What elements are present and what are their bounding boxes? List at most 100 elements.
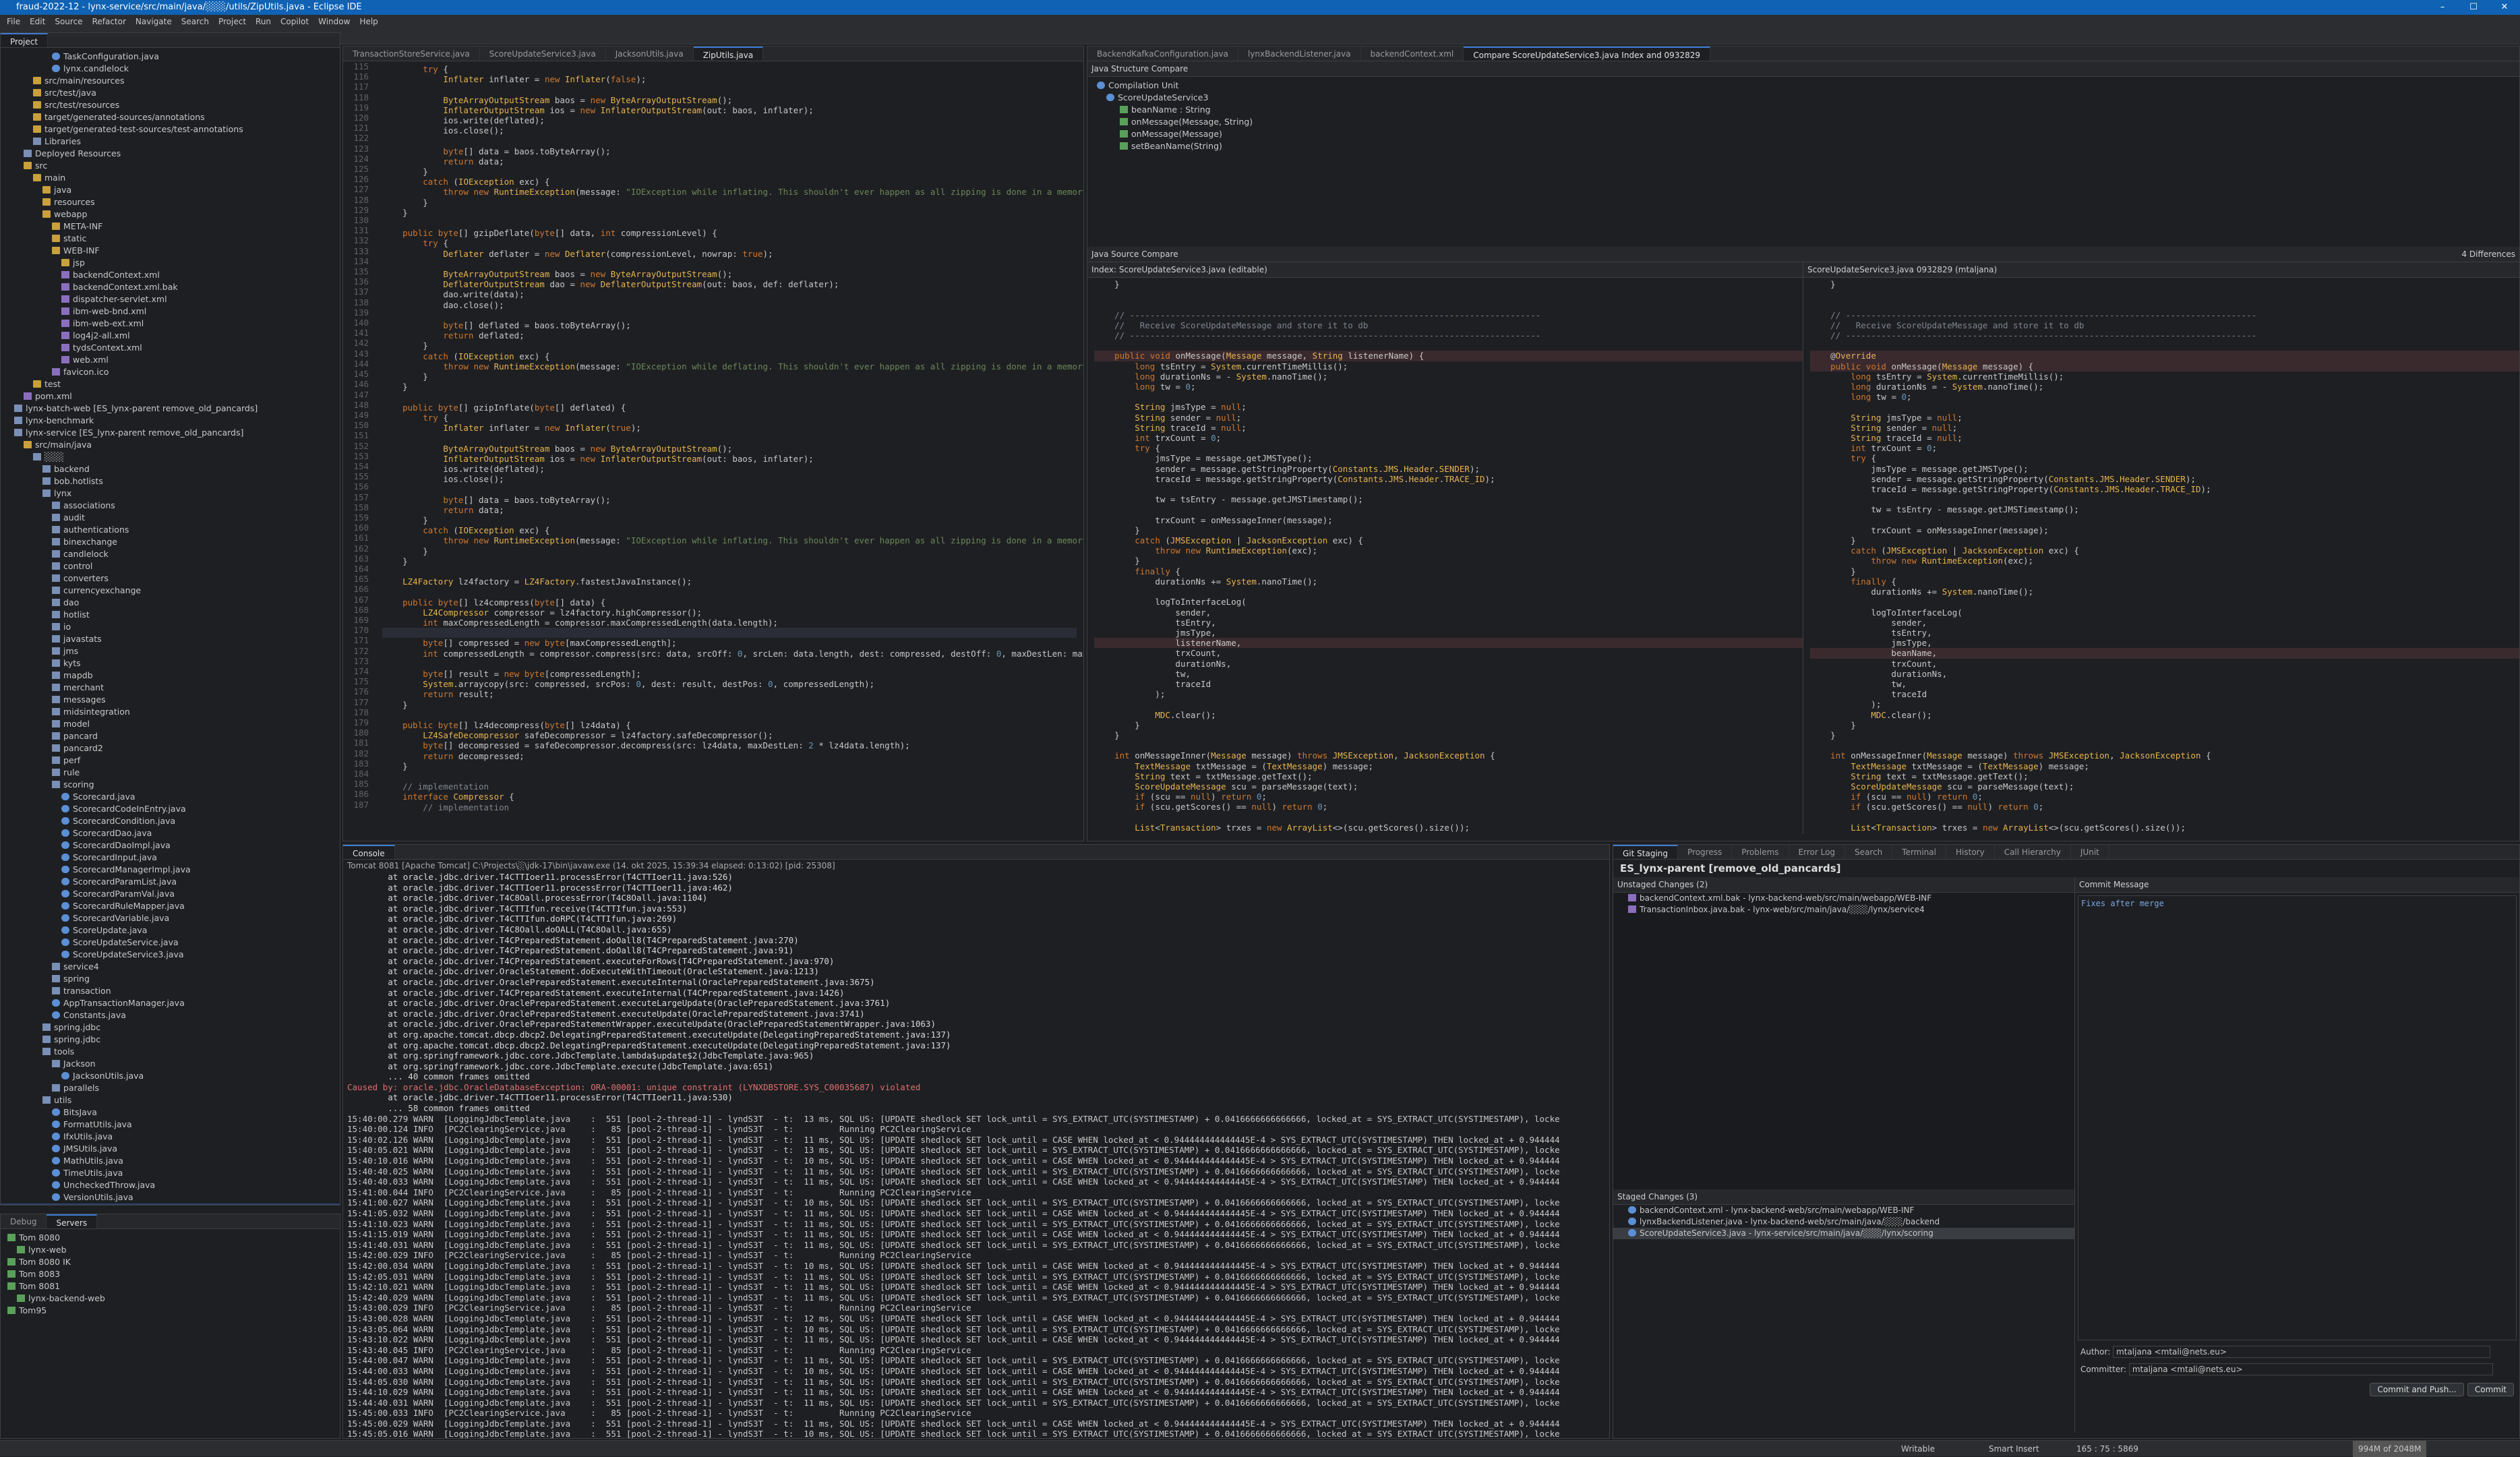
tree-item[interactable]: pom.xml — [1, 390, 340, 403]
commit-message-input[interactable]: Fixes after merge — [2078, 895, 2517, 1340]
tree-item[interactable]: ScorecardParamVal.java — [1, 888, 340, 900]
server-item[interactable]: Tom 8080 IK — [1, 1256, 340, 1268]
tree-item[interactable]: authentications — [1, 524, 340, 536]
menu-file[interactable]: File — [7, 15, 20, 28]
tab-call-hierarchy[interactable]: Call Hierarchy — [1995, 845, 2071, 859]
tree-item[interactable]: Jackson — [1, 1058, 340, 1070]
tree-item[interactable]: perf — [1, 754, 340, 767]
menu-window[interactable]: Window — [318, 15, 350, 28]
compare-tab[interactable]: lynxBackendListener.java — [1238, 47, 1361, 61]
tree-item[interactable]: backend — [1, 463, 340, 475]
tree-item[interactable]: spring — [1, 973, 340, 985]
menu-search[interactable]: Search — [181, 15, 209, 28]
menu-run[interactable]: Run — [256, 15, 271, 28]
tree-item[interactable]: dao — [1, 597, 340, 609]
tab-error-log[interactable]: Error Log — [1789, 845, 1846, 859]
tree-item[interactable]: ZipUtils.java — [1, 1203, 340, 1205]
tree-item[interactable]: ScorecardManagerImpl.java — [1, 864, 340, 876]
tab-progress[interactable]: Progress — [1678, 845, 1733, 859]
server-item[interactable]: Tom95 — [1, 1305, 340, 1317]
tab-git-staging[interactable]: Git Staging — [1613, 845, 1679, 859]
commit-button[interactable]: Commit — [2467, 1383, 2514, 1396]
tree-item[interactable]: transaction — [1, 985, 340, 997]
tree-item[interactable]: MathUtils.java — [1, 1155, 340, 1167]
tree-item[interactable]: VersionUtils.java — [1, 1191, 340, 1203]
unstaged-file[interactable]: backendContext.xml.bak - lynx-backend-we… — [1613, 893, 2074, 904]
menu-refactor[interactable]: Refactor — [92, 15, 126, 28]
left-compare-text[interactable]: }​​​ // --------------------------------… — [1087, 278, 1803, 834]
tree-item[interactable]: ScorecardInput.java — [1, 852, 340, 864]
tree-item[interactable]: FormatUtils.java — [1, 1119, 340, 1131]
tree-item[interactable]: Constants.java — [1, 1009, 340, 1021]
tree-item[interactable]: ScorecardCondition.java — [1, 815, 340, 827]
editor-tab[interactable]: JacksonUtils.java — [606, 47, 694, 61]
structure-item[interactable]: beanName : String — [1087, 104, 2519, 116]
tree-item[interactable]: ibm-web-ext.xml — [1, 318, 340, 330]
tab-terminal[interactable]: Terminal — [1892, 845, 1946, 859]
commit-and-push-button[interactable]: Commit and Push... — [2370, 1383, 2464, 1396]
tab-debug[interactable]: Debug — [1, 1214, 47, 1228]
tree-item[interactable]: JMSUtils.java — [1, 1143, 340, 1155]
editor-tab[interactable]: ScoreUpdateService3.java — [480, 47, 606, 61]
tree-item[interactable]: hotlist — [1, 609, 340, 621]
tree-item[interactable]: jms — [1, 645, 340, 657]
tree-item[interactable]: ScoreUpdateService.java — [1, 936, 340, 949]
author-field[interactable]: mtaljana <mtali@nets.eu> — [2113, 1346, 2491, 1358]
tree-item[interactable]: AppTransactionManager.java — [1, 997, 340, 1009]
tree-item[interactable]: Deployed Resources — [1, 148, 340, 160]
server-item[interactable]: lynx-web — [1, 1244, 340, 1256]
structure-item[interactable]: onMessage(Message) — [1087, 128, 2519, 140]
tree-item[interactable]: lynx-service [ES_lynx-parent remove_old_… — [1, 427, 340, 439]
staged-file[interactable]: lynxBackendListener.java - lynx-backend-… — [1613, 1216, 2074, 1228]
menu-project[interactable]: Project — [218, 15, 246, 28]
tree-item[interactable]: pancard2 — [1, 742, 340, 754]
structure-item[interactable]: onMessage(Message, String) — [1087, 116, 2519, 128]
tree-item[interactable]: WEB-INF — [1, 245, 340, 257]
tree-item[interactable]: control — [1, 560, 340, 572]
tree-item[interactable]: utils — [1, 1094, 340, 1106]
tree-item[interactable]: ScorecardDaoImpl.java — [1, 839, 340, 852]
tree-item[interactable]: ScorecardDao.java — [1, 827, 340, 839]
staged-file[interactable]: backendContext.xml - lynx-backend-web/sr… — [1613, 1205, 2074, 1216]
tree-item[interactable]: ScorecardParamList.java — [1, 876, 340, 888]
tree-item[interactable]: log4j2-all.xml — [1, 330, 340, 342]
tree-item[interactable]: ibm-web-bnd.xml — [1, 305, 340, 318]
tree-item[interactable]: main — [1, 172, 340, 184]
tree-item[interactable]: messages — [1, 694, 340, 706]
tree-item[interactable]: backendContext.xml — [1, 269, 340, 281]
tree-item[interactable]: dispatcher-servlet.xml — [1, 293, 340, 305]
tree-item[interactable]: mapdb — [1, 670, 340, 682]
unstaged-file[interactable]: TransactionInbox.java.bak - lynx-web/src… — [1613, 904, 2074, 916]
tree-item[interactable]: src/main/resources — [1, 75, 340, 87]
tree-item[interactable]: service4 — [1, 961, 340, 973]
tree-item[interactable]: webapp — [1, 208, 340, 220]
tree-item[interactable]: midsintegration — [1, 706, 340, 718]
tree-item[interactable]: TaskConfiguration.java — [1, 51, 340, 63]
tree-item[interactable]: spring.jdbc — [1, 1021, 340, 1034]
tree-item[interactable]: src/test/resources — [1, 99, 340, 111]
tree-item[interactable]: lynx.candlelock — [1, 63, 340, 75]
tree-item[interactable]: spring.jdbc — [1, 1034, 340, 1046]
tree-item[interactable]: currencyexchange — [1, 585, 340, 597]
tree-item[interactable]: target/generated-sources/annotations — [1, 111, 340, 123]
tree-item[interactable]: test — [1, 378, 340, 390]
tree-item[interactable]: src — [1, 160, 340, 172]
tree-item[interactable]: kyts — [1, 657, 340, 670]
editor-text[interactable]: try {​ Inflater inflater = new Inflater(… — [382, 63, 1083, 812]
editor-tab[interactable]: TransactionStoreService.java — [343, 47, 480, 61]
tab-history[interactable]: History — [1946, 845, 1995, 859]
compare-tab[interactable]: Compare ScoreUpdateService3.java Index a… — [1464, 47, 1710, 61]
committer-field[interactable]: mtaljana <mtali@nets.eu> — [2128, 1363, 2493, 1375]
compare-tab[interactable]: backendContext.xml — [1361, 47, 1464, 61]
tree-item[interactable]: ScoreUpdateService3.java — [1, 949, 340, 961]
editor-tab[interactable]: ZipUtils.java — [693, 47, 764, 61]
server-item[interactable]: Tom 8083 — [1, 1268, 340, 1280]
close-icon[interactable]: ✕ — [2489, 0, 2520, 15]
server-item[interactable]: Tom 8080 — [1, 1232, 340, 1244]
tree-item[interactable]: static — [1, 233, 340, 245]
tree-item[interactable]: lynx-benchmark — [1, 415, 340, 427]
tree-item[interactable]: target/generated-test-sources/test-annot… — [1, 123, 340, 136]
menu-edit[interactable]: Edit — [30, 15, 45, 28]
tree-item[interactable]: JacksonUtils.java — [1, 1070, 340, 1082]
tree-item[interactable]: lynx — [1, 487, 340, 500]
